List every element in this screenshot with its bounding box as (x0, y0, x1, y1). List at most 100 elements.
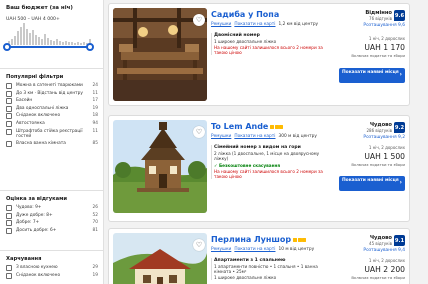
filter-option[interactable]: Дуже добре: 8+ 52 (0, 212, 104, 219)
property-location: Ремушки Показати на карті 300 м від центру (211, 134, 329, 139)
distance-from-center: 300 м від центру (278, 134, 317, 139)
favorite-heart-icon[interactable]: ♡ (193, 126, 205, 138)
room-details: Двомісний номер 1 широке двоспальне ліжк… (211, 33, 329, 55)
filter-checkbox[interactable] (6, 105, 12, 112)
review-summary[interactable]: Відмінно 76 відгуків 9.6 Розташування 9,… (335, 10, 405, 28)
room-name: Двомісний номер (214, 33, 260, 38)
review-score-filters: Оцінка за відгуками Чудово: 9+ 26 Дуже доб… (0, 190, 104, 235)
show-availability-button[interactable]: Показати наявні місця › (339, 176, 405, 191)
filter-option-count: 24 (92, 83, 98, 88)
stay-info: 1 ніч, 2 дорослих (368, 36, 405, 41)
filter-checkbox[interactable] (6, 227, 12, 234)
location-score: Розташування 9,6 (363, 23, 405, 28)
room-details: Апартаменти з 1 спальнею 1 апартаменти п… (211, 258, 329, 280)
filter-checkbox[interactable] (6, 272, 12, 279)
property-photo[interactable]: ♡ (113, 233, 207, 284)
popular-filters: Популярні фільтри Можна в сатенеті тварю… (0, 68, 104, 149)
property-photo[interactable]: ♡ (113, 120, 207, 213)
filter-option-label: Власна ванна кімната (16, 141, 66, 147)
property-photo[interactable]: ♡ (113, 8, 207, 101)
score-badge: 9.6 (394, 10, 405, 21)
property-info: To Lem Ande Ремушки Показати на карті 300 … (211, 122, 329, 179)
filter-checkbox[interactable] (6, 98, 12, 105)
review-count: 45 відгуків (369, 241, 392, 246)
filter-option[interactable]: Два односпальні ліжка 19 (0, 105, 104, 112)
show-on-map-link[interactable]: Показати на карті (234, 134, 275, 139)
property-title[interactable]: To Lem Ande (211, 122, 329, 132)
filter-checkbox[interactable] (6, 90, 12, 97)
room-bed: 2 ліжка (1 двоспальне, 1 місце на двояру… (214, 151, 320, 161)
filter-option[interactable]: Штрафтоба стійка реєстрації гостей 11 (0, 128, 104, 140)
filter-checkbox[interactable] (6, 128, 12, 135)
star-rating (293, 235, 307, 245)
budget-slider-min-handle[interactable] (3, 43, 11, 51)
filter-checkbox[interactable] (6, 83, 12, 89)
filter-checkbox[interactable] (6, 120, 12, 127)
filter-option-label: Добре: 7+ (16, 220, 40, 226)
taxes-note: Включає податки та збори (351, 275, 405, 280)
price: UAH 1 500 (364, 152, 405, 161)
filter-option[interactable]: Власна ванна кімната 85 (0, 141, 104, 148)
filter-option[interactable]: Чудово: 9+ 26 (0, 205, 104, 211)
region-link[interactable]: Ремушки (211, 247, 231, 252)
filter-option-label: Два односпальні ліжка (16, 105, 69, 111)
property-title[interactable]: Перлина Луншор (211, 235, 329, 245)
region-link[interactable]: Ремушки (211, 134, 231, 139)
filter-option[interactable]: З власною кухнею 29 (0, 265, 104, 271)
filter-checkbox[interactable] (6, 141, 12, 148)
filter-option[interactable]: До 3 км · Відстань від центру 11 (0, 90, 104, 97)
price-block: 1 ніч, 2 дорослих UAH 1 500 Включає пода… (335, 145, 405, 167)
property-card: ♡ To Lem Ande Ремушки Показати на карті 30… (108, 115, 410, 222)
show-on-map-link[interactable]: Показати на карті (234, 247, 275, 252)
filter-option-count: 52 (92, 212, 98, 218)
meal-filters-title: Харчування (6, 256, 42, 262)
filter-option[interactable]: Можна в сатенеті тварюками 24 (0, 83, 104, 89)
taxes-note: Включає податки та збори (351, 162, 405, 167)
filter-option-count: 94 (92, 120, 98, 126)
favorite-heart-icon[interactable]: ♡ (193, 14, 205, 26)
favorite-heart-icon[interactable]: ♡ (193, 239, 205, 251)
review-summary[interactable]: Чудово 286 відгуків 9.2 Розташування 9,2 (335, 122, 405, 140)
room-bed: 1 широке двоспальне ліжко (214, 39, 277, 44)
region-link[interactable]: Ремушки (211, 22, 231, 27)
taxes-note: Включає податки та збори (351, 53, 405, 58)
scarcity-message: На нашому сайті залишилося всього 2 номе… (214, 169, 323, 179)
review-count: 286 відгуків (366, 128, 393, 133)
filter-option-count: 81 (92, 227, 98, 233)
filter-checkbox[interactable] (6, 205, 12, 211)
filter-option-label: Автостоянка (16, 120, 45, 126)
star-rating (270, 122, 284, 132)
show-availability-button[interactable]: Показати наявні місця › (339, 68, 405, 83)
filter-checkbox[interactable] (6, 113, 12, 120)
show-on-map-link[interactable]: Показати на карті (234, 22, 275, 27)
filter-option-count: 18 (92, 113, 98, 119)
room-bed: 1 апартаменти повністю • 1 спальня • 1 в… (214, 264, 318, 274)
filter-option-count: 26 (92, 205, 98, 210)
score-badge: 9.2 (394, 122, 405, 133)
review-summary[interactable]: Чудово 45 відгуків 9.1 Розташування 9,4 (335, 235, 405, 253)
property-title[interactable]: Садиба у Попа (211, 10, 329, 20)
filter-checkbox[interactable] (6, 265, 12, 271)
budget-slider-max-handle[interactable] (86, 43, 94, 51)
filter-option[interactable]: Досить добре: 6+ 81 (0, 227, 104, 234)
filter-option-count: 17 (92, 98, 98, 104)
property-info: Садиба у Попа Ремушки Показати на карті 1,… (211, 10, 329, 55)
budget-title: Ваш бюджет (за ніч) (6, 5, 73, 11)
filter-option[interactable]: Сніданок включено 18 (0, 113, 104, 120)
filter-option[interactable]: Сніданок включено 19 (0, 272, 104, 279)
filter-checkbox[interactable] (6, 220, 12, 227)
filter-checkbox[interactable] (6, 212, 12, 219)
room-bed-type: 1 широке двоспальне ліжко (214, 275, 277, 280)
budget-slider-track[interactable] (6, 46, 90, 48)
price-histogram (8, 23, 91, 45)
filter-option-count: 85 (92, 141, 98, 147)
filter-option-label: Басейн (16, 98, 33, 104)
filter-option[interactable]: Добре: 7+ 70 (0, 220, 104, 227)
filter-option[interactable]: Басейн 17 (0, 98, 104, 105)
filters-sidebar: Ваш бюджет (за ніч) UAH 500 – UAH 4 000+… (0, 0, 104, 284)
filter-option-label: Досить добре: 6+ (16, 227, 57, 233)
filter-option[interactable]: Автостоянка 94 (0, 120, 104, 127)
filter-option-label: З власною кухнею (16, 265, 58, 270)
filter-option-label: Сніданок включено (16, 113, 61, 119)
room-name: Сімейний номер з видом на гори (214, 145, 301, 150)
